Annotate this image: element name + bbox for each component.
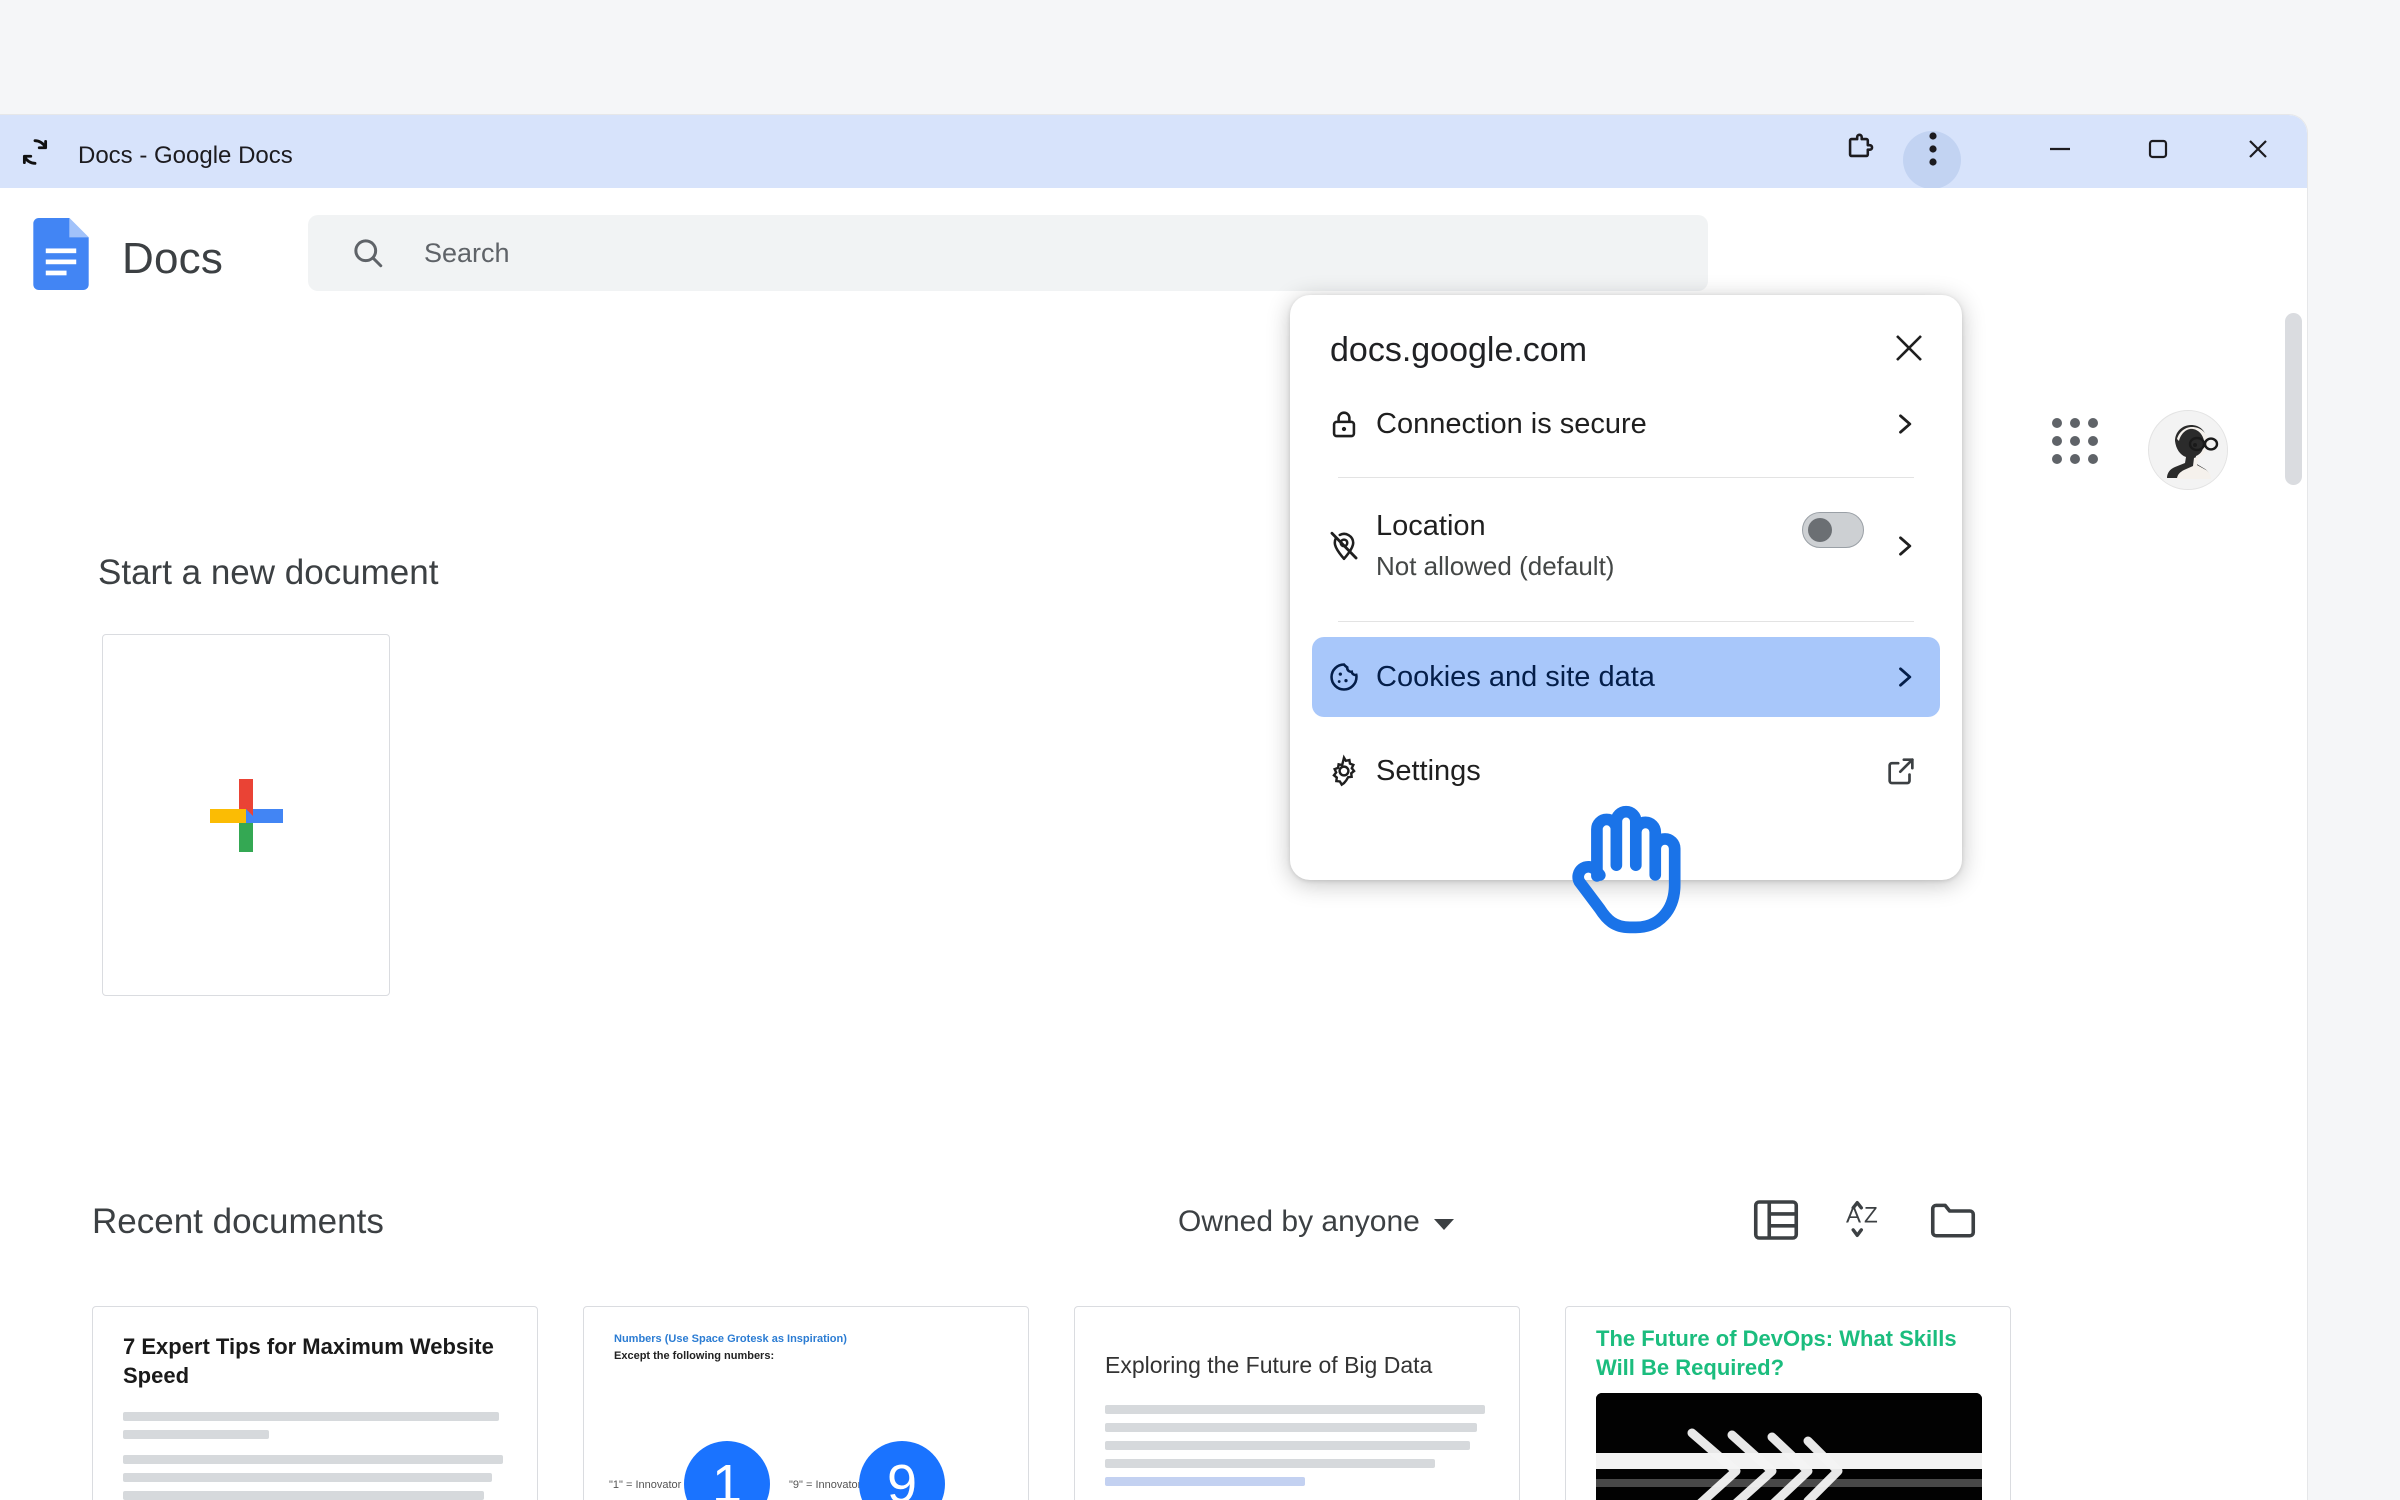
- browser-menu-button[interactable]: [1898, 115, 1968, 188]
- cookie-icon: [1312, 660, 1376, 694]
- close-icon: [2242, 133, 2274, 170]
- three-dot-menu-icon: [1928, 129, 1938, 174]
- close-icon: [1892, 331, 1926, 370]
- close-window-button[interactable]: [2218, 115, 2298, 188]
- puzzle-piece-icon: [1843, 132, 1877, 171]
- lock-icon: [1312, 407, 1376, 441]
- sort-az-button[interactable]: A Z: [1837, 1193, 1891, 1247]
- popup-item-label: Settings: [1376, 754, 1481, 787]
- number-circle: 1: [684, 1441, 770, 1500]
- page-title: Start a new document: [98, 553, 439, 592]
- browser-window: Docs - Google Docs Docs Search Start a n…: [0, 115, 2307, 1500]
- docs-wordmark: Docs: [122, 234, 224, 283]
- document-body-preview: [1105, 1404, 1489, 1500]
- search-icon: [350, 235, 386, 271]
- vertical-scrollbar-track[interactable]: [2280, 188, 2307, 1500]
- chevron-down-icon: [1433, 1218, 1454, 1230]
- location-off-icon: [1312, 529, 1376, 563]
- browser-titlebar: Docs - Google Docs: [0, 115, 2307, 189]
- document-title: Exploring the Future of Big Data: [1105, 1352, 1433, 1378]
- open-in-new-icon[interactable]: [1884, 754, 1918, 788]
- docs-app-header: Docs: [0, 188, 2307, 490]
- popup-close-button[interactable]: [1884, 325, 1934, 375]
- chevron-right-icon: [1890, 410, 1918, 438]
- google-docs-logo[interactable]: [33, 218, 89, 290]
- folder-button[interactable]: [1926, 1193, 1980, 1247]
- owner-filter-dropdown[interactable]: Owned by anyone: [1178, 1205, 1454, 1239]
- document-title: The Future of DevOps: What Skills Will B…: [1596, 1326, 1957, 1380]
- document-title: Numbers (Use Space Grotesk as Inspiratio…: [614, 1333, 847, 1345]
- gear-icon: [1312, 754, 1376, 788]
- popup-item-connection-is-secure[interactable]: Connection is secure: [1312, 385, 1940, 463]
- popup-item-settings[interactable]: Settings: [1312, 731, 1940, 811]
- avatar[interactable]: [2148, 410, 2228, 490]
- owner-filter-label: Owned by anyone: [1178, 1205, 1420, 1238]
- document-title: 7 Expert Tips for Maximum Website Speed: [123, 1334, 494, 1388]
- document-subtitle: Except the following numbers:: [614, 1350, 775, 1362]
- popup-divider: [1338, 477, 1914, 478]
- popup-item-label: Cookies and site data: [1376, 660, 1655, 693]
- extensions-button[interactable]: [1825, 115, 1895, 188]
- popup-item-label: Location: [1376, 510, 1486, 542]
- vertical-scrollbar-thumb[interactable]: [2285, 313, 2302, 485]
- list-view-button[interactable]: [1749, 1193, 1803, 1247]
- popup-item-label: Connection is secure: [1376, 407, 1647, 440]
- popup-item-cookies-and-site-data[interactable]: Cookies and site data: [1312, 637, 1940, 717]
- chevron-right-icon: [1890, 532, 1918, 560]
- refresh-icon: [18, 135, 52, 169]
- popup-origin-label: docs.google.com: [1330, 331, 1588, 369]
- search-input[interactable]: [424, 215, 1664, 291]
- minimize-button[interactable]: [2020, 115, 2100, 188]
- number-label: "9" = Innovator: [789, 1479, 862, 1491]
- minimize-icon: [2044, 133, 2076, 170]
- recent-document-card[interactable]: Numbers (Use Space Grotesk as Inspiratio…: [583, 1306, 1029, 1500]
- svg-text:Z: Z: [1864, 1202, 1878, 1227]
- recent-document-card[interactable]: Exploring the Future of Big Data: [1074, 1306, 1520, 1500]
- tab-title[interactable]: Docs - Google Docs: [78, 142, 293, 170]
- document-body-preview: [123, 1412, 507, 1500]
- chevrons-right-image: [1596, 1393, 1982, 1500]
- recent-document-card[interactable]: 7 Expert Tips for Maximum Website Speed …: [92, 1306, 538, 1500]
- maximize-button[interactable]: [2118, 115, 2198, 188]
- popup-item-location[interactable]: Location Not allowed (default): [1312, 491, 1940, 601]
- chevron-right-icon: [1890, 663, 1918, 691]
- search-bar[interactable]: [308, 215, 1708, 291]
- plus-icon: [202, 771, 290, 859]
- number-label: "1" = Innovator: [609, 1479, 682, 1491]
- recent-documents-title: Recent documents: [92, 1202, 384, 1241]
- apps-grid-icon[interactable]: [2050, 416, 2100, 471]
- maximize-icon: [2142, 133, 2174, 170]
- popup-item-sublabel: Not allowed (default): [1376, 551, 1615, 581]
- site-information-popup: docs.google.com Connection is secure Loc…: [1290, 295, 1962, 880]
- number-circle: 9: [859, 1441, 945, 1500]
- location-permission-toggle[interactable]: [1802, 512, 1864, 548]
- new-blank-document-card[interactable]: [102, 634, 390, 996]
- popup-divider: [1338, 621, 1914, 622]
- recent-document-card[interactable]: The Future of DevOps: What Skills Will B…: [1565, 1306, 2011, 1500]
